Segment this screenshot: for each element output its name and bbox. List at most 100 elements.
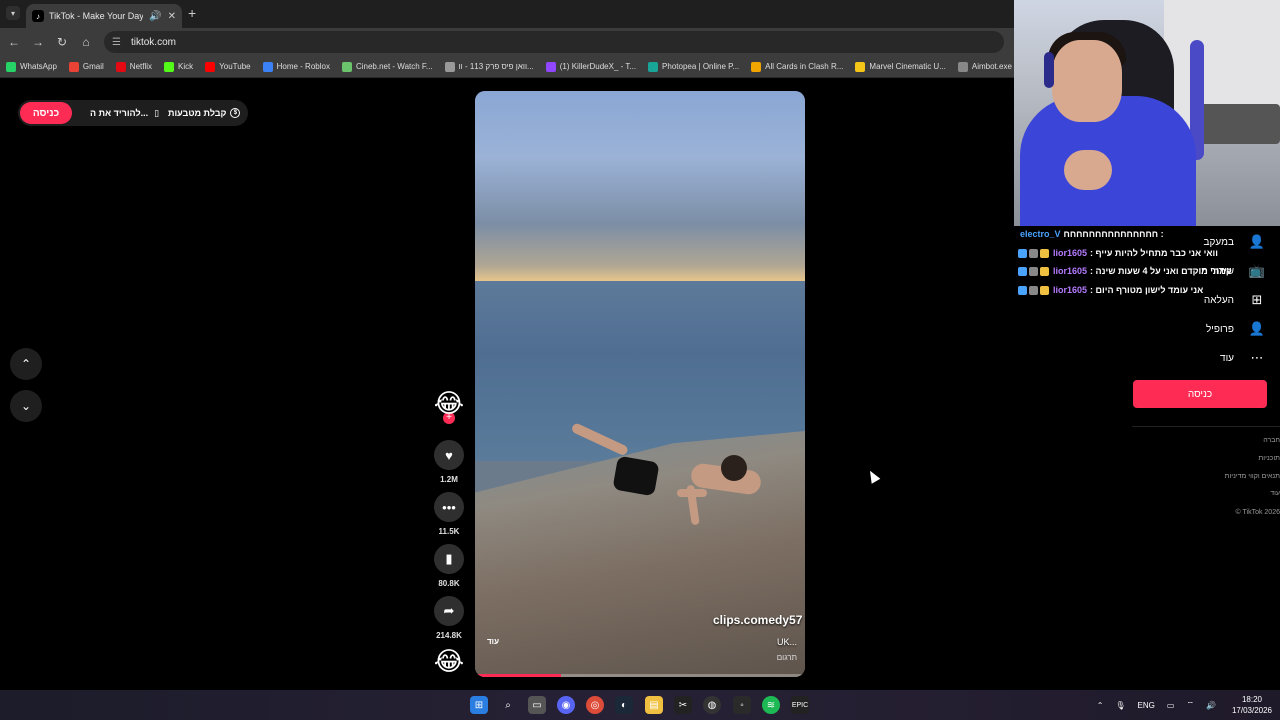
browser-tab-strip: ▾ ♪ TikTok - Make Your Day 🔊 ✕ + [0,0,1014,28]
video-sky [475,91,805,281]
bookmark-item[interactable]: וואן פיס פרק 113 - וו... [444,61,534,72]
sidebar-item-2[interactable]: העלאה ⊞ [1204,292,1266,308]
network-icon[interactable]: ⌔ [1186,700,1194,710]
chat-username: lior1605 [1053,266,1088,276]
bookmark-favicon-icon [957,61,968,72]
tiktok-favicon-icon: ♪ [32,10,44,22]
caption-more-link[interactable]: עוד [487,637,499,646]
search-icon[interactable]: ⌕ [499,696,517,714]
sidebar-item-4[interactable]: עוד ⋯ [1220,350,1266,366]
steam-icon[interactable]: ◐ [615,696,633,714]
bookmark-item[interactable]: Home - Roblox [262,61,330,72]
bookmark-label: Aimbot.exe [971,62,1012,71]
bookmark-item[interactable]: Kick [164,61,193,72]
live-tv-icon: 📺 [1248,263,1266,278]
get-coins-button[interactable]: קבלת מטבעות $ [168,100,241,126]
download-app-button[interactable]: להוריד את ה... ▯ [90,100,159,126]
comment-button[interactable]: ••• 11.5K [432,492,466,536]
chat-text: חחחחחחחחחחחחחחח : [1063,229,1164,239]
sound-disc[interactable]: 😂 [432,646,466,676]
forward-button[interactable]: → [30,34,46,50]
bookmark-label: Home - Roblox [276,62,330,71]
tab-tiktok[interactable]: ♪ TikTok - Make Your Day 🔊 ✕ [26,4,182,28]
speaker-icon[interactable]: 🔊 [149,11,161,22]
reload-button[interactable]: ↻ [54,34,70,50]
bookmark-icon: ▮ [434,544,464,574]
bookmark-item[interactable]: Cineb.net - Watch F... [341,61,433,72]
heart-icon: ♥ [434,440,464,470]
new-tab-button[interactable]: + [188,5,196,21]
bookmark-item[interactable]: YouTube [205,61,251,72]
windows-start-icon[interactable]: ⊞ [470,696,488,714]
language-indicator[interactable]: ENG [1138,701,1155,710]
tab-search-button[interactable]: ▾ [6,6,20,20]
obs-icon[interactable]: ◍ [703,696,721,714]
footer-link[interactable]: © TikTok 2026 [1236,509,1280,516]
bookmark-favicon-icon [648,61,659,72]
like-button[interactable]: ♥ 1.2M [432,440,466,484]
user-plus-icon: 👤 [1248,234,1266,249]
share-button[interactable]: ➦ 214.8K [432,596,466,640]
bookmark-item[interactable]: Aimbot.exe [957,61,1012,72]
chevron-down-icon: ⌄ [20,399,32,413]
save-count: 80.8K [438,579,460,588]
save-button[interactable]: ▮ 80.8K [432,544,466,588]
sidebar-item-3[interactable]: פרופיל 👤 [1206,321,1266,337]
footer-link[interactable]: חברה [1263,437,1280,444]
bookmark-item[interactable]: Photopea | Online P... [648,61,739,72]
chat-badge-icon [1040,285,1049,295]
chat-text: : אני עומד לישון מטורף היום [1090,285,1204,295]
discord-icon[interactable]: ◉ [557,696,575,714]
chat-message: electro_V חחחחחחחחחחחחחחח : [1018,229,1164,239]
monitor-icon[interactable]: ▭ [1167,701,1175,710]
app-icon[interactable]: ◦ [733,696,751,714]
creator-avatar[interactable]: 😂 + [432,388,466,424]
bookmark-item[interactable]: Netflix [115,61,152,72]
video-caption: UK... [776,637,797,647]
bookmark-label: All Cards in Clash R... [765,62,844,71]
footer-link[interactable]: תוכניות [1258,455,1280,462]
bookmark-favicon-icon [341,61,352,72]
sidebar-login-button[interactable]: כניסה [1133,380,1267,408]
task-view-icon[interactable]: ▭ [528,696,546,714]
like-count: 1.2M [440,475,458,484]
bookmark-item[interactable]: All Cards in Clash R... [751,61,844,72]
chat-text: : וואי אני כבר מתחיל להיות עייף [1090,248,1218,258]
home-button[interactable]: ⌂ [78,34,94,50]
bookmark-item[interactable]: (1) KillerDudeX_ - T... [545,61,636,72]
login-button[interactable]: כניסה [20,102,72,124]
volume-icon[interactable]: 🔊 [1206,701,1216,710]
bookmark-favicon-icon [164,61,175,72]
site-info-icon[interactable]: ☰ [112,37,121,48]
capcut-icon[interactable]: ✂ [674,696,692,714]
bookmark-label: Gmail [82,62,104,71]
file-explorer-icon[interactable]: ▤ [645,696,663,714]
next-video-button[interactable]: ⌄ [10,390,42,422]
footer-link[interactable]: עוד [1270,490,1280,497]
footer-link[interactable]: תנאים וקווי מדיניות [1225,473,1280,480]
clock[interactable]: 18:20 17/03/2026 [1232,694,1272,716]
bookmark-item[interactable]: WhatsApp [6,61,57,72]
bookmark-item[interactable]: Marvel Cinematic U... [855,61,946,72]
address-bar[interactable]: ☰ tiktok.com [104,31,1004,53]
close-tab-icon[interactable]: ✕ [168,11,176,22]
chat-username: lior1605 [1053,285,1088,295]
chat-badge-icon [1040,266,1049,276]
chat-badge-icon [1029,266,1038,276]
chrome-icon[interactable]: ◎ [586,696,604,714]
video-player[interactable]: clips.comedy57 UK... עוד תרגום [475,91,805,677]
bookmark-item[interactable]: Gmail [68,61,104,72]
chat-message: lior1605: אני עומד לישון מטורף היום [1018,285,1203,295]
chevron-up-icon: ⌃ [20,357,32,371]
spotify-icon[interactable]: ≋ [762,696,780,714]
epic-games-icon[interactable]: EPIC [791,696,809,714]
video-author[interactable]: clips.comedy57 [713,613,802,627]
translate-link[interactable]: תרגום [777,653,797,662]
back-button[interactable]: ← [6,34,22,50]
streamer-webcam [1014,0,1280,226]
laughing-emoji-disc-icon: 😂 [433,646,465,676]
microphone-icon[interactable]: 🎙 [1115,701,1125,710]
previous-video-button[interactable]: ⌃ [10,348,42,380]
video-progress-bar[interactable] [475,674,805,677]
tray-overflow-icon[interactable]: ⌃ [1097,701,1104,710]
